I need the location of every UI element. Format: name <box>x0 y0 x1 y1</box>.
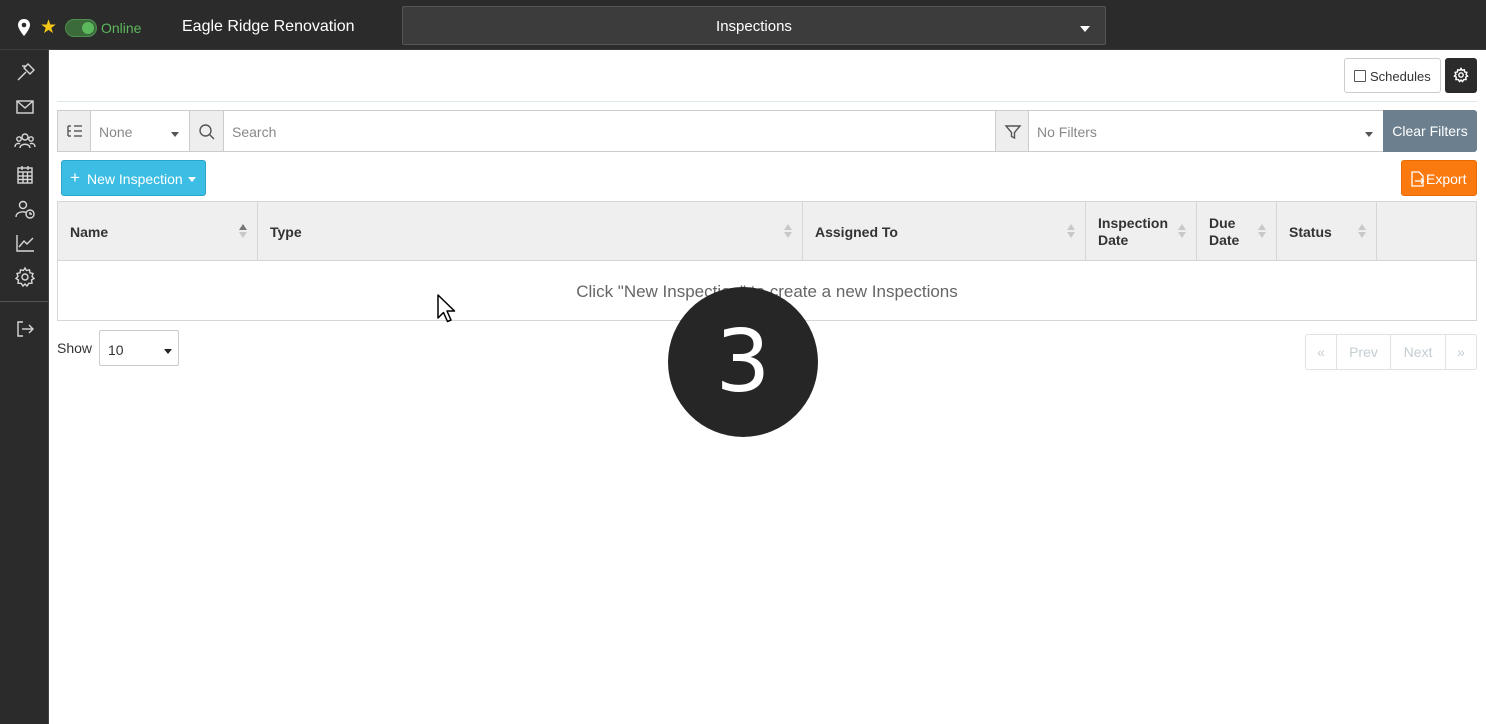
module-select[interactable]: Inspections <box>402 6 1106 45</box>
column-header-type[interactable]: Type <box>258 202 803 261</box>
logout-icon[interactable] <box>14 318 36 340</box>
file-export-icon <box>1411 171 1424 187</box>
mouse-cursor-icon <box>437 294 456 323</box>
chevron-down-icon <box>171 132 179 137</box>
user-clock-icon[interactable] <box>14 198 36 220</box>
calendar-icon <box>1354 70 1366 82</box>
toggle-knob <box>82 22 94 34</box>
next-page-button[interactable]: Next <box>1390 334 1446 370</box>
header-divider <box>57 101 1477 102</box>
search-placeholder: Search <box>232 124 277 140</box>
filter-bar: None Search No Filters Clear Filters <box>57 110 1477 152</box>
clear-filters-button[interactable]: Clear Filters <box>1383 110 1477 152</box>
filter-addon <box>995 110 1029 152</box>
hammer-icon[interactable] <box>14 62 36 84</box>
calendar-icon[interactable] <box>14 164 36 186</box>
sort-icon <box>784 224 792 238</box>
top-bar: ★ Online Eagle Ridge Renovation Inspecti… <box>0 0 1486 50</box>
column-label: Due <box>1209 215 1236 231</box>
step-number-badge: 3 <box>668 287 818 437</box>
chevron-down-icon <box>164 349 172 354</box>
module-select-value: Inspections <box>716 18 792 35</box>
search-addon <box>189 110 224 152</box>
column-label: Date <box>1098 232 1129 248</box>
new-inspection-button[interactable]: + New Inspection <box>61 160 206 196</box>
export-button[interactable]: Export <box>1401 160 1477 196</box>
column-header-due-date[interactable]: Due Date <box>1197 202 1277 261</box>
users-icon[interactable] <box>14 130 36 152</box>
sort-icon <box>1178 224 1186 238</box>
column-label: Type <box>270 224 302 240</box>
filters-value: No Filters <box>1037 124 1097 140</box>
first-page-button[interactable]: « <box>1305 334 1337 370</box>
column-label: Inspection <box>1098 215 1169 231</box>
sort-icon <box>1358 224 1366 238</box>
chart-line-icon[interactable] <box>14 232 36 254</box>
chevron-down-icon <box>1365 132 1373 137</box>
column-header-assigned-to[interactable]: Assigned To <box>803 202 1086 261</box>
filter-funnel-icon <box>1004 125 1022 140</box>
gear-icon[interactable] <box>14 266 36 288</box>
last-page-button[interactable]: » <box>1445 334 1477 370</box>
chevron-down-icon <box>1080 26 1090 32</box>
group-by-addon <box>57 110 91 152</box>
filters-select[interactable]: No Filters <box>1028 110 1384 152</box>
group-by-value: None <box>99 124 133 140</box>
sidebar-divider <box>0 301 48 302</box>
column-header-inspection-date[interactable]: Inspection Date <box>1086 202 1197 261</box>
search-input[interactable]: Search <box>223 110 996 152</box>
export-label: Export <box>1426 171 1467 187</box>
table-header: Name Type Assigned To Inspection Date Du… <box>58 202 1476 261</box>
column-header-actions <box>1377 202 1476 261</box>
show-label: Show <box>57 340 93 356</box>
location-pin-icon[interactable] <box>17 19 31 37</box>
column-label: Status <box>1289 224 1332 240</box>
online-toggle[interactable] <box>65 19 97 37</box>
column-label: Date <box>1209 232 1240 248</box>
favorite-star-icon[interactable]: ★ <box>40 18 57 38</box>
column-header-name[interactable]: Name <box>58 202 258 261</box>
project-name[interactable]: Eagle Ridge Renovation <box>182 18 355 36</box>
column-header-status[interactable]: Status <box>1277 202 1377 261</box>
column-label: Name <box>70 224 109 240</box>
chevron-down-icon[interactable] <box>188 177 196 182</box>
mail-icon[interactable] <box>14 96 36 118</box>
sort-icon <box>1067 224 1075 238</box>
gear-icon <box>1453 67 1469 83</box>
new-inspection-label: New Inspection <box>87 171 183 187</box>
column-label: Assigned To <box>815 224 898 240</box>
group-by-select[interactable]: None <box>90 110 190 152</box>
settings-button[interactable] <box>1445 58 1477 93</box>
sort-icon <box>1258 224 1266 238</box>
sort-icon <box>239 224 247 238</box>
online-status-label: Online <box>101 20 142 36</box>
schedules-label: Schedules <box>1370 69 1431 84</box>
plus-icon: + <box>70 168 80 187</box>
page-size-select[interactable]: 10 <box>99 330 179 366</box>
search-icon <box>199 124 215 140</box>
list-tree-icon <box>67 125 82 137</box>
sidebar <box>0 50 49 724</box>
schedules-button[interactable]: Schedules <box>1344 58 1441 93</box>
prev-page-button[interactable]: Prev <box>1336 334 1391 370</box>
page-size-value: 10 <box>108 342 124 358</box>
